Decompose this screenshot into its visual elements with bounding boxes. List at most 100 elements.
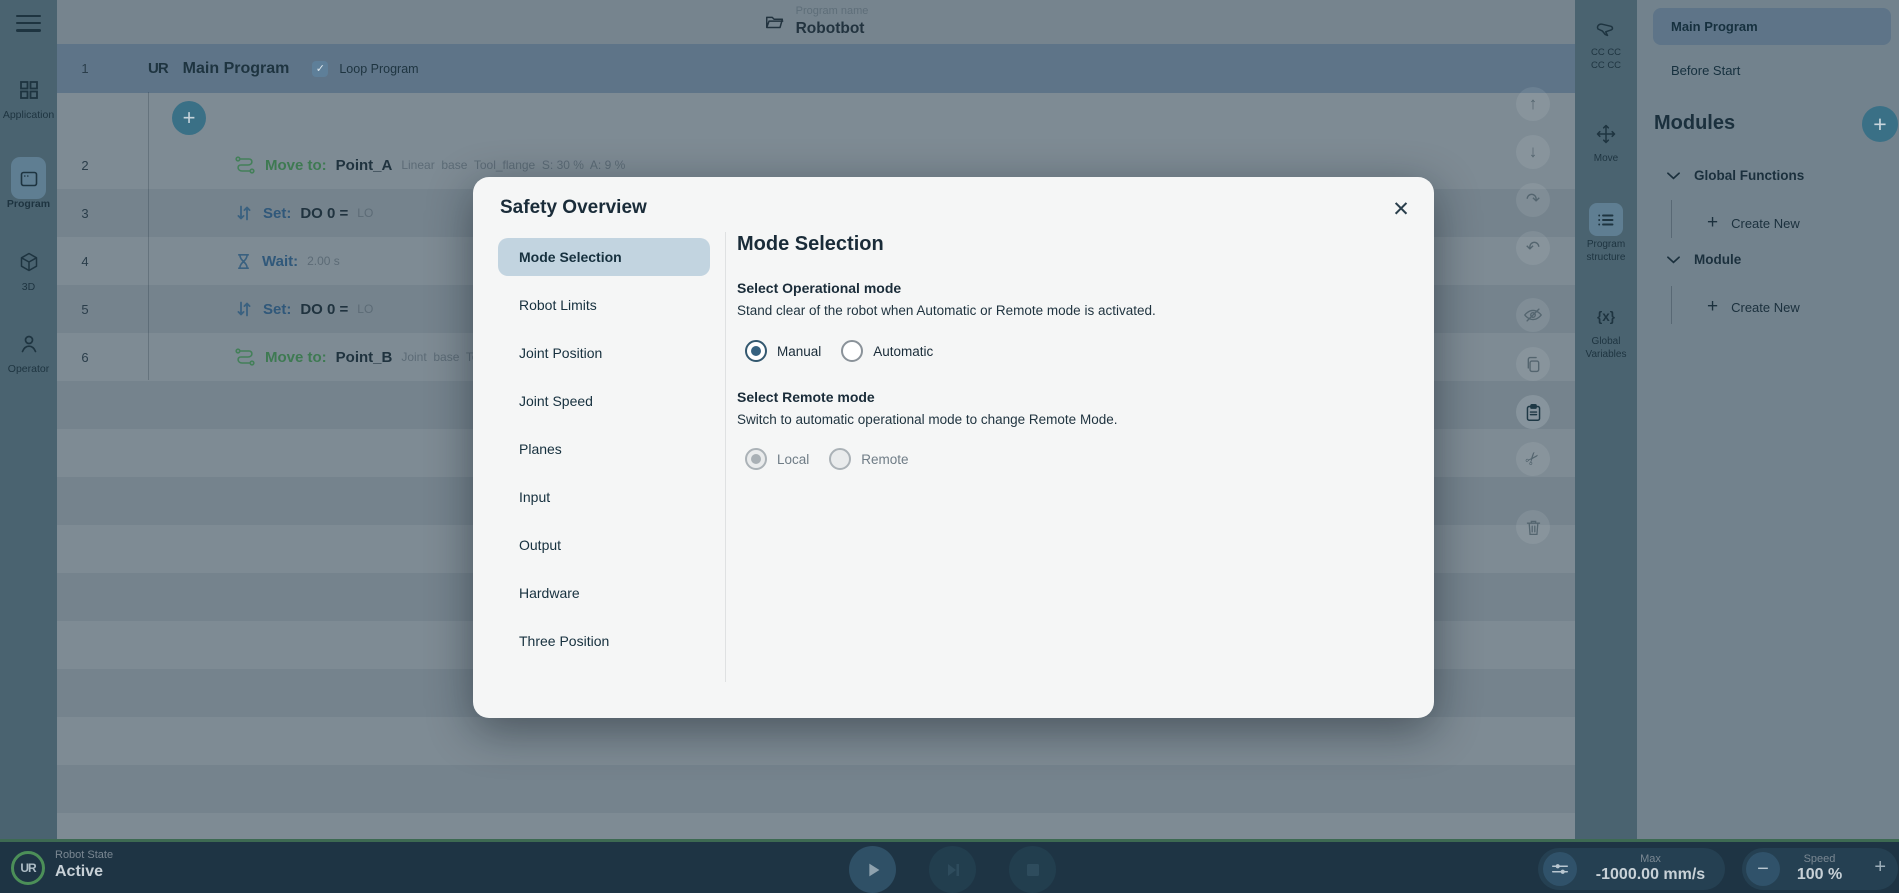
tab-mode-selection[interactable]: Mode Selection <box>498 238 710 276</box>
tree-guide-line <box>1671 200 1672 238</box>
empty-row <box>57 717 1575 765</box>
toolbar-item-program-structure[interactable]: Program structure <box>1575 203 1637 264</box>
program-structure-list-icon <box>1575 203 1637 236</box>
tab-three-position[interactable]: Three Position <box>498 622 710 660</box>
tab-robot-limits[interactable]: Robot Limits <box>498 286 710 324</box>
program-structure-panel: Main Program Before Start Modules + Glob… <box>1637 0 1899 839</box>
program-name-header[interactable]: Program name Robotbot <box>57 0 1575 44</box>
mode-selection-content: Mode Selection Select Operational mode S… <box>737 177 1407 718</box>
speed-settings-button[interactable] <box>1543 852 1577 886</box>
toolbar-item-global-variables[interactable]: {x} Global Variables <box>1575 300 1637 361</box>
tab-input[interactable]: Input <box>498 478 710 516</box>
insert-row <box>57 93 1575 141</box>
wait-icon <box>234 252 253 271</box>
tab-joint-position[interactable]: Joint Position <box>498 334 710 372</box>
row-number: 2 <box>75 158 95 173</box>
safety-overview-dialog: Safety Overview ✕ Mode Selection Robot L… <box>473 177 1434 718</box>
sidebar-item-operator[interactable]: Operator <box>0 327 57 375</box>
move-parameters: Linear base Tool_flange S: 30 % A: 9 % <box>401 158 625 172</box>
undo-button[interactable]: ↶ <box>1516 231 1550 265</box>
radio-option-manual[interactable]: Manual <box>745 340 821 362</box>
command-label: Set: <box>263 205 291 222</box>
program-row-main[interactable]: 1 UR Main Program ✓ Loop Program <box>57 44 1575 93</box>
status-bar: UR Robot State Active Max -1000.00 mm/s … <box>0 839 1899 893</box>
sidebar-item-application[interactable]: Application <box>0 73 57 121</box>
robot-state-label: Robot State <box>55 849 113 861</box>
loop-program-checkbox[interactable]: ✓ <box>312 61 328 77</box>
app-window: Program name Robotbot 1 UR Main Program … <box>0 0 1899 893</box>
application-grid-icon <box>0 73 57 107</box>
add-node-button[interactable]: + <box>172 101 206 135</box>
move-down-button[interactable]: ↓ <box>1516 135 1550 169</box>
wait-duration: 2.00 s <box>307 254 340 268</box>
toolbar-item-gesture[interactable]: CC CC CC CC <box>1575 14 1637 73</box>
tab-hardware[interactable]: Hardware <box>498 574 710 612</box>
tab-planes[interactable]: Planes <box>498 430 710 468</box>
ur-logo-icon: UR <box>148 60 168 77</box>
group-global-functions[interactable]: Global Functions <box>1667 168 1804 183</box>
play-button[interactable] <box>849 846 896 893</box>
redo-button[interactable]: ↷ <box>1516 183 1550 217</box>
max-speed-value: -1000.00 mm/s <box>1578 866 1723 884</box>
waypoint-name: Point_B <box>336 349 393 366</box>
content-heading: Mode Selection <box>737 233 884 256</box>
delete-button[interactable] <box>1516 510 1550 544</box>
stop-button[interactable] <box>1009 846 1056 893</box>
plus-icon: + <box>1707 296 1718 318</box>
io-value: LO <box>357 302 373 316</box>
remote-mode-title: Select Remote mode <box>737 389 875 405</box>
menu-icon[interactable] <box>16 10 41 35</box>
radio-remote-disabled <box>829 448 851 470</box>
panel-item-before-start[interactable]: Before Start <box>1671 63 1740 78</box>
radio-automatic[interactable] <box>841 340 863 362</box>
program-name-label: Program name <box>796 5 869 19</box>
cube-3d-icon <box>0 245 57 279</box>
paste-button[interactable] <box>1516 395 1550 429</box>
speed-increase-button[interactable]: + <box>1874 856 1886 879</box>
suppress-button[interactable] <box>1516 298 1550 332</box>
ur-logo-badge: UR <box>11 851 45 885</box>
main-program-title: Main Program <box>183 60 290 78</box>
tab-output[interactable]: Output <box>498 526 710 564</box>
step-button[interactable] <box>929 846 976 893</box>
command-label: Move to: <box>265 157 327 174</box>
max-speed-pill: Max -1000.00 mm/s <box>1538 848 1725 890</box>
panel-item-main-program[interactable]: Main Program <box>1653 8 1891 45</box>
speed-decrease-button[interactable]: − <box>1746 852 1780 886</box>
move-to-icon <box>234 154 256 176</box>
radio-manual[interactable] <box>745 340 767 362</box>
toolbar-item-move[interactable]: Move <box>1575 117 1637 166</box>
group-module[interactable]: Module <box>1667 252 1741 267</box>
program-window-icon <box>0 162 57 196</box>
move-up-button[interactable]: ↑ <box>1516 87 1550 121</box>
loop-program-label: Loop Program <box>339 62 418 76</box>
io-value: LO <box>357 206 373 220</box>
waypoint-name: Point_A <box>336 157 393 174</box>
set-icon <box>234 299 254 319</box>
radio-option-automatic[interactable]: Automatic <box>841 340 933 362</box>
gesture-hand-icon <box>1575 14 1637 47</box>
move-arrows-icon <box>1575 117 1637 150</box>
sidebar-item-3d[interactable]: 3D <box>0 245 57 293</box>
create-new-function-button[interactable]: + Create New <box>1707 212 1800 234</box>
modules-title: Modules <box>1654 112 1735 135</box>
copy-button[interactable] <box>1516 347 1550 381</box>
program-name-value: Robotbot <box>796 19 869 38</box>
command-label: Wait: <box>262 253 298 270</box>
command-label: Set: <box>263 301 291 318</box>
set-icon <box>234 203 254 223</box>
max-label: Max <box>1578 853 1723 865</box>
robot-state-value: Active <box>55 863 103 881</box>
create-new-module-button[interactable]: + Create New <box>1707 296 1800 318</box>
folder-icon <box>764 11 786 33</box>
right-toolbar: CC CC CC CC Move Program structure {x} G… <box>1575 0 1637 839</box>
io-name: DO 0 = <box>300 205 348 222</box>
sidebar-item-program[interactable]: Program <box>0 162 57 210</box>
add-module-button[interactable]: + <box>1862 106 1898 142</box>
tree-guide-line <box>1671 286 1672 324</box>
tab-joint-speed[interactable]: Joint Speed <box>498 382 710 420</box>
row-number: 5 <box>75 302 95 317</box>
speed-label: Speed <box>1782 853 1857 865</box>
move-to-icon <box>234 346 256 368</box>
operational-mode-options: Manual Automatic <box>745 340 933 362</box>
